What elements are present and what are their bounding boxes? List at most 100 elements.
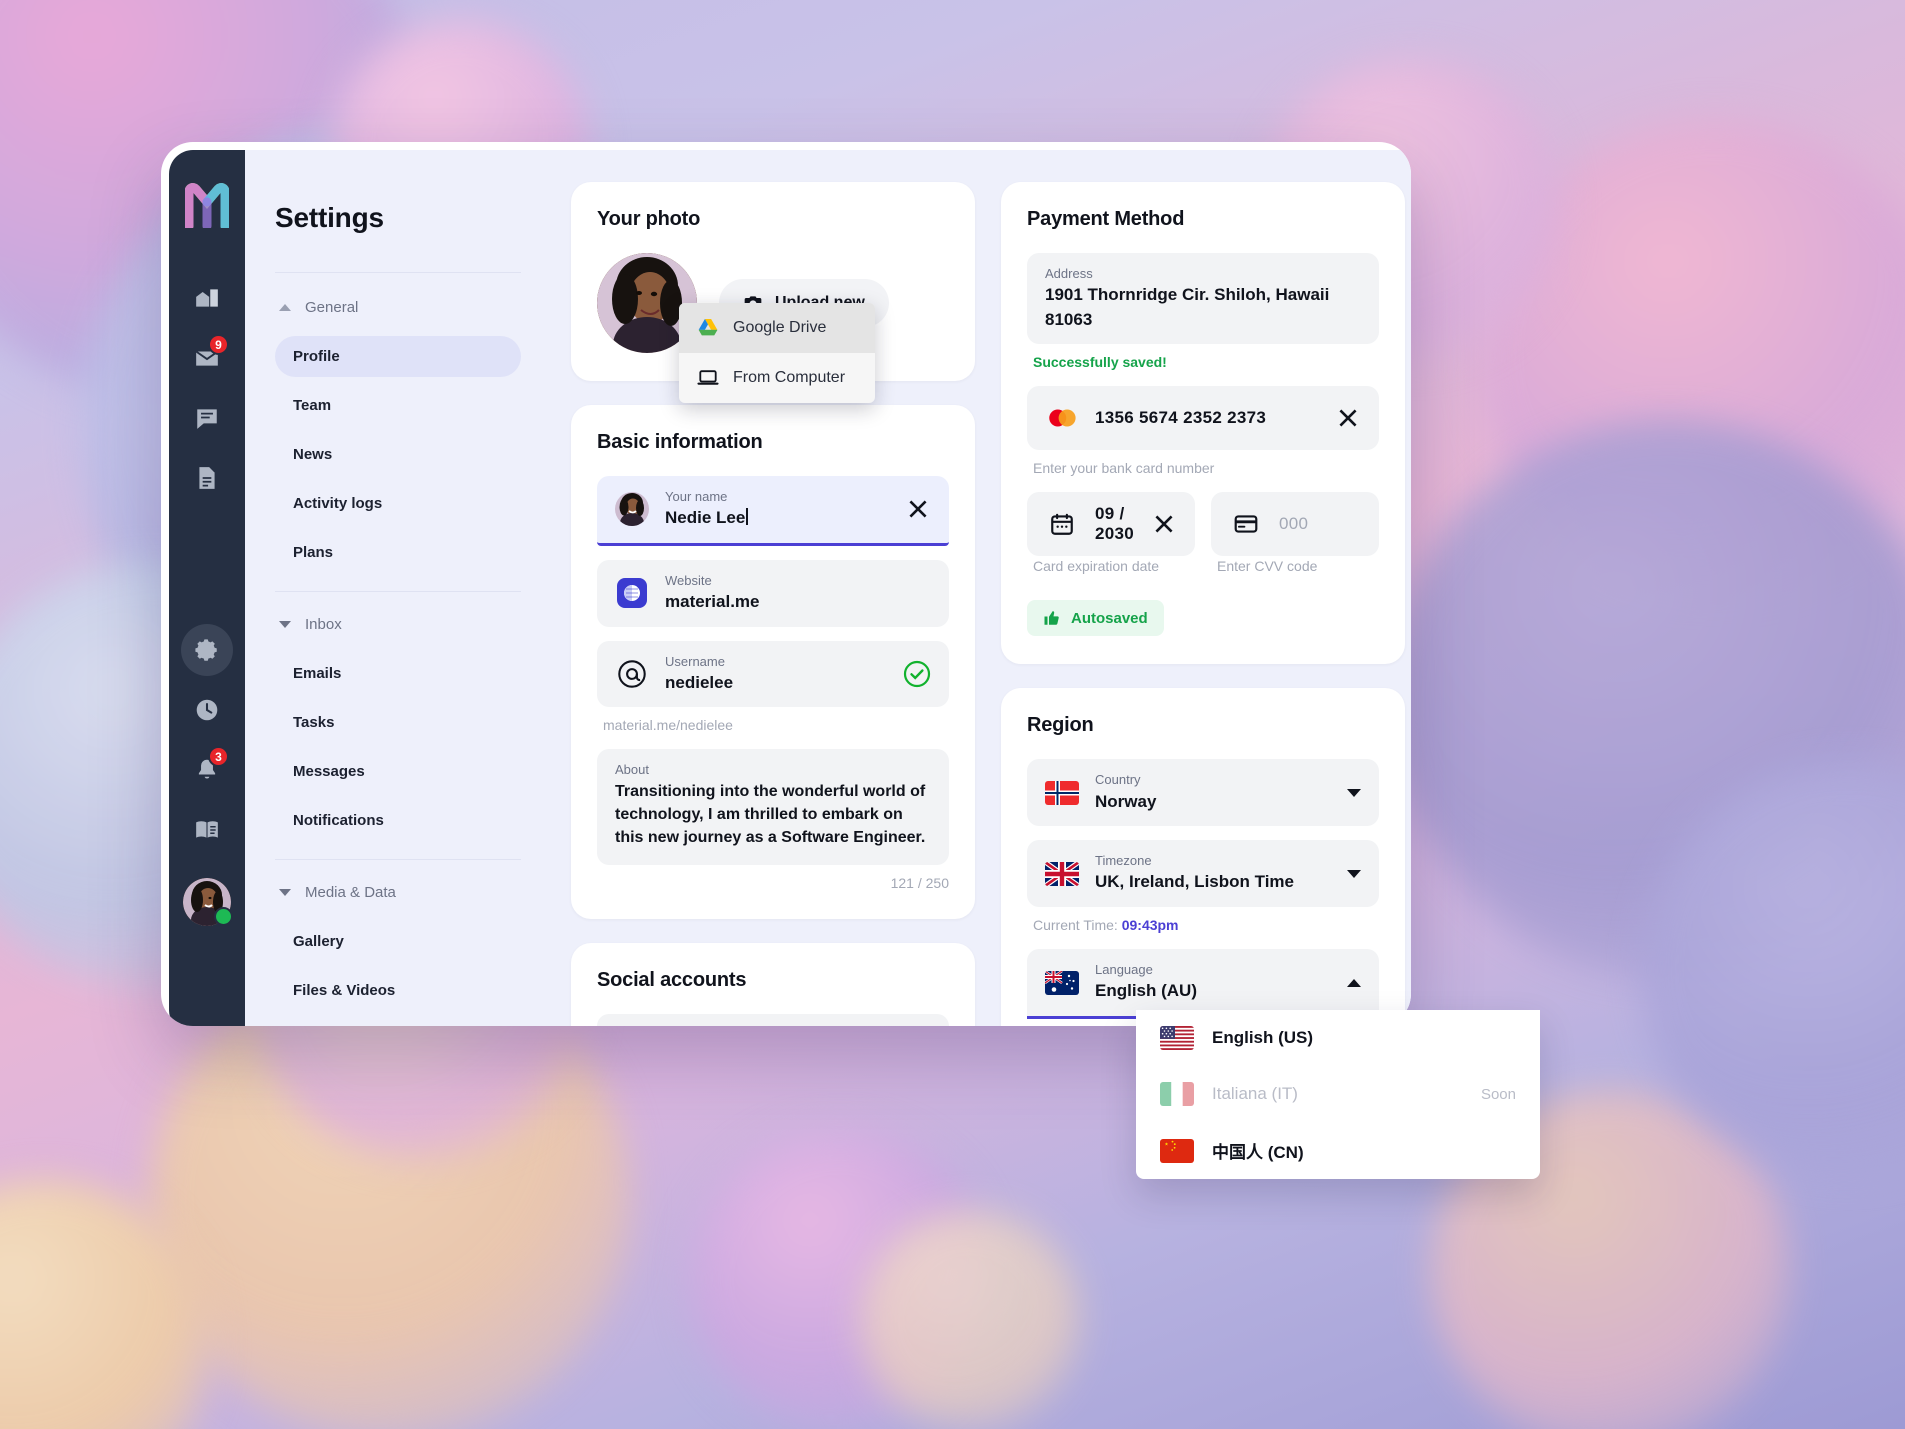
at-icon — [615, 657, 649, 691]
clear-name-button[interactable] — [905, 496, 931, 522]
about-value: Transitioning into the wonderful world o… — [615, 782, 926, 847]
address-label: Address — [1045, 266, 1093, 281]
material-icon — [615, 576, 649, 610]
website-value: material.me — [665, 592, 760, 612]
thumbs-up-icon — [1044, 611, 1059, 626]
autosaved-label: Autosaved — [1071, 609, 1148, 627]
card-number-helper-text: Enter your bank card number — [1033, 460, 1215, 477]
rail-item-notifications[interactable]: 3 — [181, 744, 233, 796]
upload-source-menu: Google Drive From Computer — [679, 303, 875, 403]
app-window: 9 3 Settings General Profile Team News A… — [161, 142, 1411, 1026]
autosaved-badge: Autosaved — [1027, 600, 1164, 637]
nav-group-header-inbox[interactable]: Inbox — [279, 616, 521, 633]
chevron-down-icon — [1347, 869, 1361, 878]
mail-badge: 9 — [208, 334, 229, 355]
uk-flag-icon — [1045, 861, 1079, 886]
sidebar-item-plans[interactable]: Plans — [275, 532, 521, 573]
website-field[interactable]: Website material.me — [597, 559, 949, 627]
sidebar-item-gallery[interactable]: Gallery — [275, 921, 521, 962]
clear-card-number-button[interactable] — [1335, 405, 1361, 431]
sidebar-item-profile[interactable]: Profile — [275, 336, 521, 377]
username-label: Username — [665, 653, 725, 669]
nav-group-inbox: Inbox Emails Tasks Messages Notification… — [275, 616, 521, 841]
norway-flag-icon — [1045, 780, 1079, 805]
sidebar-item-emails[interactable]: Emails — [275, 653, 521, 694]
australia-flag-icon — [1045, 970, 1079, 995]
menu-item-google-drive[interactable]: Google Drive — [679, 303, 875, 353]
usa-flag-icon — [1160, 1026, 1194, 1050]
basic-information-card: Basic information Your name Nedie Lee We… — [571, 405, 975, 920]
laptop-icon — [697, 370, 719, 385]
chat-icon — [197, 409, 217, 429]
language-option-chinese-cn[interactable]: 中国人 (CN) — [1136, 1122, 1540, 1179]
sidebar-item-messages[interactable]: Messages — [275, 751, 521, 792]
close-icon — [1339, 409, 1357, 427]
country-select[interactable]: Country Norway — [1027, 759, 1379, 827]
card-expiration-field[interactable]: 09 / 2030 — [1027, 492, 1195, 557]
card-title-social-accounts: Social accounts — [597, 969, 747, 992]
language-option-label: 中国人 (CN) — [1212, 1143, 1304, 1162]
sidebar-item-activity-logs[interactable]: Activity logs — [275, 483, 521, 524]
about-field[interactable]: About Transitioning into the wonderful w… — [597, 749, 949, 866]
username-helper-text: material.me/nedielee — [603, 717, 733, 734]
card-number-field[interactable]: 1356 5674 2352 2373 — [1027, 386, 1379, 451]
card-title-basic-information: Basic information — [597, 431, 763, 453]
rail-item-documents[interactable] — [181, 452, 233, 504]
sidebar-item-files-videos[interactable]: Files & Videos — [275, 970, 521, 1011]
avatar[interactable] — [183, 878, 233, 926]
close-icon — [909, 500, 927, 518]
main-content: Your photo Basic information Your name N… — [551, 150, 1411, 1026]
cvv-placeholder: 000 — [1279, 514, 1309, 534]
rail-item-mail[interactable]: 9 — [181, 332, 233, 384]
username-field[interactable]: Username nedielee — [597, 640, 949, 708]
sidebar-item-team[interactable]: Team — [275, 385, 521, 426]
chevron-down-icon — [1347, 788, 1361, 797]
address-saved-note: Successfully saved! — [1033, 354, 1167, 371]
rail-item-history[interactable] — [181, 684, 233, 736]
instagram-field[interactable]: Instagram username nedielee — [597, 1014, 949, 1026]
rail-item-chat[interactable] — [181, 392, 233, 444]
your-name-field[interactable]: Your name Nedie Lee — [597, 476, 949, 546]
calendar-icon — [1045, 507, 1079, 541]
sidebar-item-notifications[interactable]: Notifications — [275, 800, 521, 841]
clear-expiration-button[interactable] — [1151, 511, 1177, 537]
book-icon — [196, 821, 218, 838]
language-option-label: English (US) — [1212, 1028, 1314, 1047]
sidebar-item-news[interactable]: News — [275, 434, 521, 475]
cvv-helper-text: Enter CVV code — [1217, 558, 1318, 575]
address-field[interactable]: Address 1901 Thornridge Cir. Shiloh, Haw… — [1027, 253, 1379, 345]
avatar-icon — [615, 492, 649, 527]
current-time-value: 09:43pm — [1121, 917, 1179, 934]
rail-item-library[interactable] — [181, 804, 233, 856]
timezone-value: UK, Ireland, Lisbon Time — [1095, 872, 1294, 892]
rail-item-settings[interactable] — [181, 624, 233, 676]
language-select[interactable]: Language English (AU) — [1027, 949, 1379, 1019]
chevron-up-icon — [1347, 978, 1361, 987]
current-time-label: Current Time: — [1033, 917, 1118, 934]
nav-group-label: Media & Data — [305, 884, 396, 901]
notifications-badge: 3 — [208, 746, 229, 767]
card-expiration-helper-text: Card expiration date — [1033, 558, 1160, 575]
chevron-up-icon — [279, 304, 291, 311]
mastercard-icon — [1045, 401, 1079, 435]
menu-item-from-computer[interactable]: From Computer — [679, 353, 875, 403]
nav-group-general: General Profile Team News Activity logs … — [275, 299, 521, 573]
nav-group-header-media-data[interactable]: Media & Data — [279, 884, 521, 901]
timezone-select[interactable]: Timezone UK, Ireland, Lisbon Time — [1027, 840, 1379, 908]
rail-item-home[interactable] — [181, 272, 233, 324]
language-option-english-us[interactable]: English (US) — [1136, 1010, 1540, 1066]
close-icon — [1155, 515, 1173, 533]
gear-icon — [195, 639, 217, 661]
sidebar-item-tasks[interactable]: Tasks — [275, 702, 521, 743]
text-cursor — [746, 508, 749, 526]
about-character-counter: 121 / 250 — [890, 875, 949, 892]
address-value: 1901 Thornridge Cir. Shiloh, Hawaii 8106… — [1045, 285, 1330, 329]
nav-group-label: General — [305, 299, 359, 316]
cvv-field[interactable]: 000 — [1211, 492, 1379, 557]
nav-group-label: Inbox — [305, 616, 342, 633]
icon-rail: 9 3 — [169, 150, 245, 1026]
language-option-italiana-it[interactable]: Italiana (IT) Soon — [1136, 1066, 1540, 1122]
document-icon — [199, 467, 215, 489]
nav-group-header-general[interactable]: General — [279, 299, 521, 316]
home-building-icon — [196, 289, 218, 307]
